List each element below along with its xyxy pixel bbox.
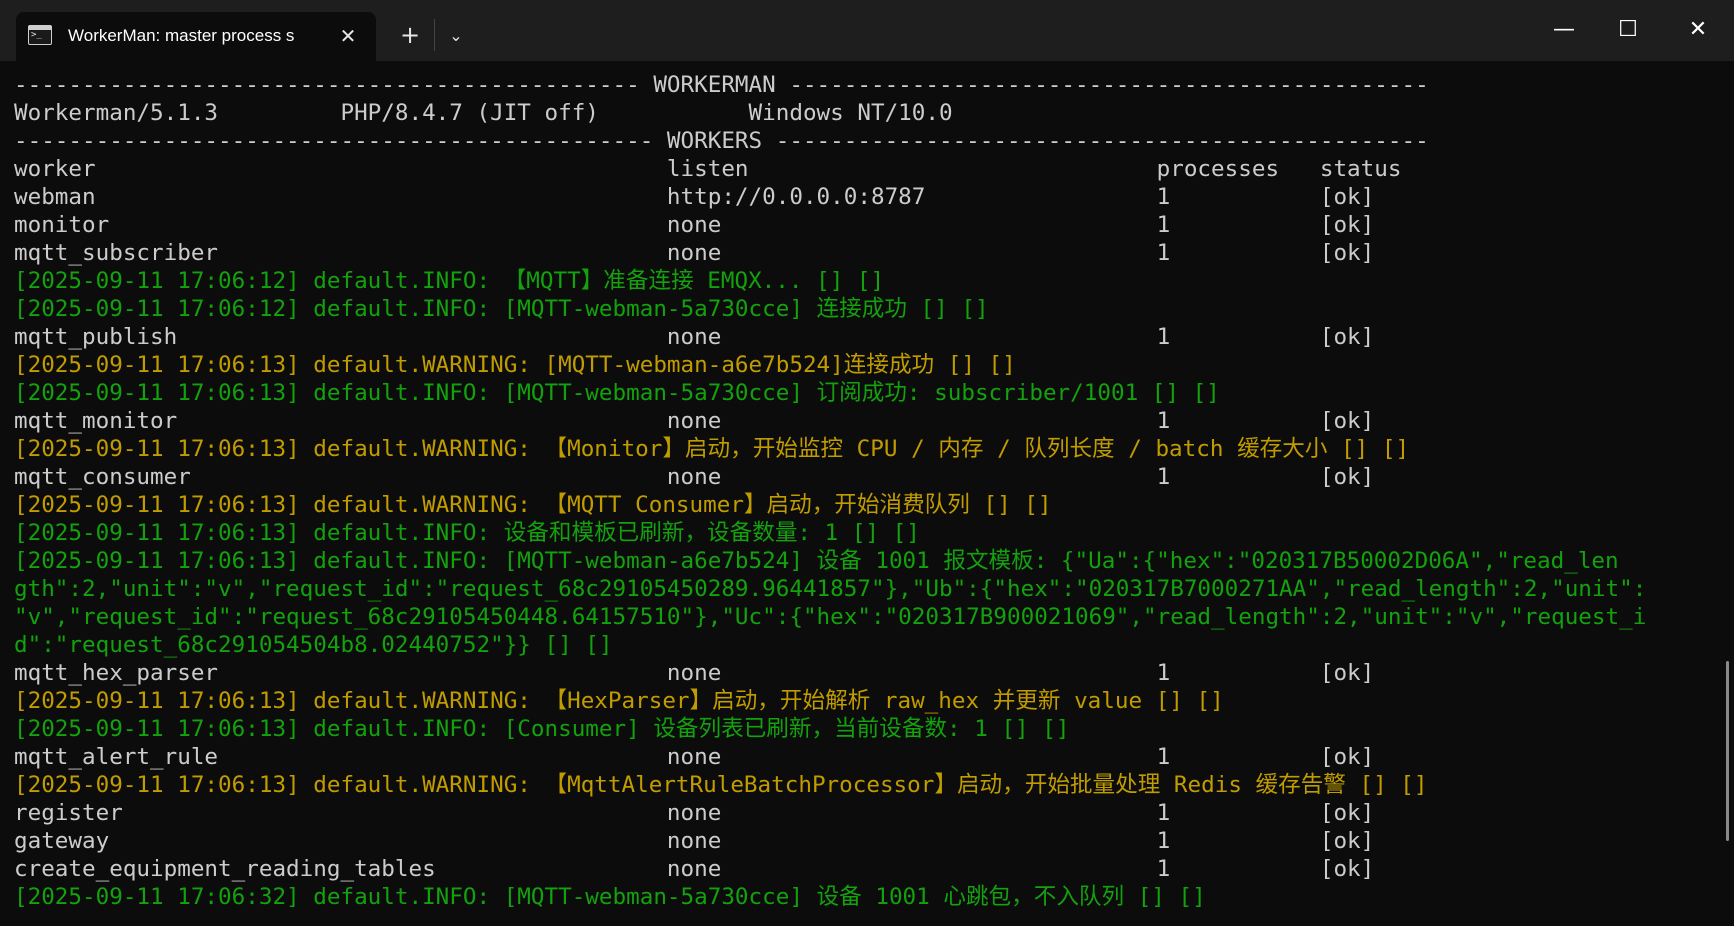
terminal-line: [2025-09-11 17:06:12] default.INFO: 【MQT…	[14, 268, 885, 294]
window-close-icon[interactable]: ✕	[1674, 10, 1722, 50]
close-icon[interactable]: ✕	[334, 22, 362, 50]
tab-divider	[434, 19, 435, 51]
terminal-line: [2025-09-11 17:06:12] default.INFO: [MQT…	[14, 296, 989, 322]
title-bar: WorkerMan: master process s ✕ + ⌄ — ☐ ✕	[0, 0, 1734, 61]
terminal-line: mqtt_publish none 1 [ok]	[14, 324, 1375, 350]
terminal-line: [2025-09-11 17:06:13] default.INFO: [MQT…	[14, 548, 1619, 574]
terminal-line: gateway none 1 [ok]	[14, 828, 1375, 854]
terminal-line: gth":2,"unit":"v","request_id":"request_…	[14, 576, 1647, 602]
terminal-line: [2025-09-11 17:06:13] default.WARNING: 【…	[14, 492, 1052, 518]
terminal-line: [2025-09-11 17:06:13] default.WARNING: 【…	[14, 772, 1428, 798]
chevron-down-icon[interactable]: ⌄	[440, 20, 472, 52]
terminal-line: [2025-09-11 17:06:13] default.INFO: [Con…	[14, 716, 1070, 742]
terminal-line: ----------------------------------------…	[14, 72, 1429, 98]
terminal-line: [2025-09-11 17:06:32] default.INFO: [MQT…	[14, 884, 1206, 910]
maximize-icon[interactable]: ☐	[1604, 10, 1652, 50]
terminal-tab[interactable]: WorkerMan: master process s ✕	[16, 12, 376, 61]
terminal-line: worker listen processes status	[14, 156, 1402, 182]
terminal-line: [2025-09-11 17:06:13] default.INFO: [MQT…	[14, 380, 1220, 406]
terminal-line: mqtt_alert_rule none 1 [ok]	[14, 744, 1375, 770]
plus-icon[interactable]: +	[392, 20, 428, 52]
terminal-line: "v","request_id":"request_68c29105450448…	[14, 604, 1647, 630]
terminal-line: [2025-09-11 17:06:13] default.INFO: 设备和模…	[14, 520, 920, 546]
terminal-line: create_equipment_reading_tables none 1 […	[14, 856, 1375, 882]
terminal-line: mqtt_monitor none 1 [ok]	[14, 408, 1375, 434]
terminal-line: ----------------------------------------…	[14, 128, 1429, 154]
terminal-line: d":"request_68c291054504b8.02440752"}} […	[14, 632, 613, 658]
terminal-line: [2025-09-11 17:06:13] default.WARNING: 【…	[14, 436, 1410, 462]
terminal-output[interactable]: ----------------------------------------…	[0, 61, 1722, 926]
tab-title: WorkerMan: master process s	[68, 26, 295, 45]
terminal-line: monitor none 1 [ok]	[14, 212, 1375, 238]
terminal-line: [2025-09-11 17:06:13] default.WARNING: […	[14, 352, 1016, 378]
terminal-line: Workerman/5.1.3 PHP/8.4.7 (JIT off) Wind…	[14, 100, 953, 126]
terminal-icon	[28, 25, 52, 45]
scrollbar[interactable]	[1722, 61, 1734, 926]
terminal-line: [2025-09-11 17:06:13] default.WARNING: 【…	[14, 688, 1224, 714]
terminal-line: mqtt_consumer none 1 [ok]	[14, 464, 1375, 490]
scrollbar-thumb[interactable]	[1726, 661, 1729, 841]
minimize-icon[interactable]: —	[1540, 10, 1588, 50]
terminal-line: webman http://0.0.0.0:8787 1 [ok]	[14, 184, 1375, 210]
terminal-line: register none 1 [ok]	[14, 800, 1375, 826]
terminal-line: mqtt_subscriber none 1 [ok]	[14, 240, 1375, 266]
terminal-line: mqtt_hex_parser none 1 [ok]	[14, 660, 1375, 686]
